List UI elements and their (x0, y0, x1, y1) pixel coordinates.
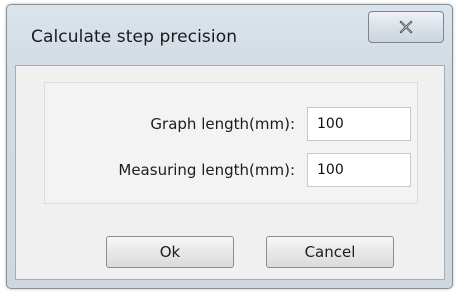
input-group-panel: Graph length(mm): Measuring length(mm): (44, 82, 418, 204)
dialog-body: Graph length(mm): Measuring length(mm): … (15, 65, 445, 280)
dialog-window: Calculate step precision Graph length(mm… (6, 4, 453, 289)
close-icon (398, 20, 414, 34)
cancel-button[interactable]: Cancel (266, 236, 394, 268)
measuring-length-input[interactable] (307, 153, 411, 187)
graph-length-label: Graph length(mm): (150, 115, 295, 133)
close-button[interactable] (368, 11, 444, 43)
measuring-length-label: Measuring length(mm): (118, 161, 295, 179)
title-bar[interactable]: Calculate step precision (7, 5, 452, 65)
ok-button[interactable]: Ok (106, 236, 234, 268)
graph-length-input[interactable] (307, 107, 411, 141)
dialog-title: Calculate step precision (31, 27, 238, 47)
